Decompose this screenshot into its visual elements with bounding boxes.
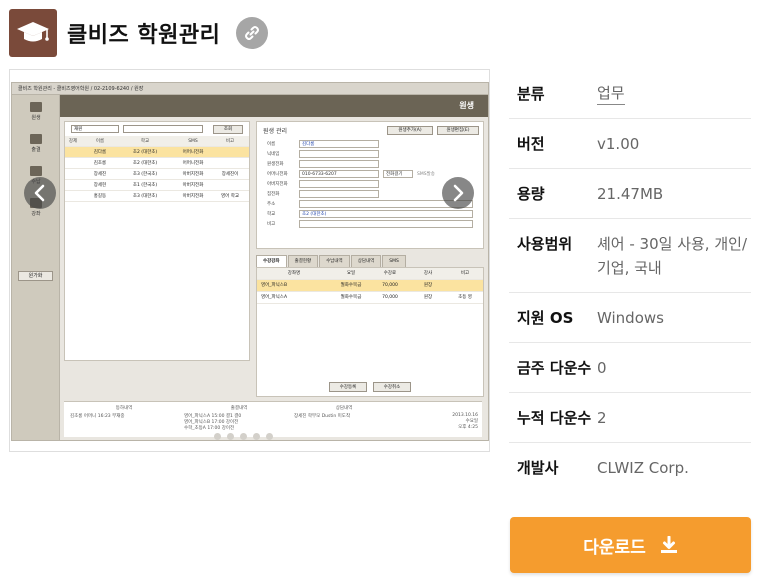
- list-row: 홍길동 초3 (대한초) 아버지전화 영어 학교: [65, 191, 249, 202]
- list-row: 장세현 초1 (한국초) 아버지전화: [65, 180, 249, 191]
- detail-tabs: 수강강좌 출결현황 수납내역 상담내역 SMS: [256, 255, 484, 267]
- info-value: 0: [597, 359, 607, 377]
- list-row: 김초롱 초2 (대한초) 어머니전화: [65, 158, 249, 169]
- info-row-weekly-downloads: 금주 다운수 0: [509, 343, 751, 393]
- category-link[interactable]: 업무: [597, 82, 625, 105]
- info-row-developer: 개발사 CLWIZ Corp.: [509, 443, 751, 492]
- carousel-dot[interactable]: [227, 433, 234, 440]
- graduation-cap-icon: [9, 9, 57, 57]
- info-label: 금주 다운수: [517, 359, 592, 377]
- info-row-os: 지원 OS Windows: [509, 293, 751, 343]
- info-label: 버전: [517, 135, 545, 153]
- info-value: 2: [597, 409, 607, 427]
- chevron-left-icon: [34, 184, 45, 202]
- screenshot-card: 클비즈 학원관리 - 클비즈영어학원 / 02-2109-6240 / 원장 원…: [9, 69, 490, 452]
- nav-item-student: 원생: [12, 95, 60, 127]
- info-row-total-downloads: 누적 다운수 2: [509, 393, 751, 443]
- course-grid: 강좌명 요일 수강료 강사 비고 영어_파닉스B 월화수목금 70,000 원장…: [256, 267, 484, 397]
- carousel-dot[interactable]: [266, 433, 273, 440]
- info-row-scope: 사용범위 셰어 - 30일 사용, 개인/기업, 국내: [509, 219, 751, 293]
- info-row-version: 버전 v1.00: [509, 119, 751, 169]
- info-value: v1.00: [597, 135, 640, 153]
- info-value: CLWIZ Corp.: [597, 459, 689, 477]
- info-value: 셰어 - 30일 사용, 개인/기업, 국내: [597, 235, 747, 277]
- carousel-next-button[interactable]: [442, 177, 474, 209]
- nav-item-attendance: 출결: [12, 127, 60, 159]
- status-bar: 등하내역 출결내역 상담내역 김초롱 어머니 16:23 부재중 영어_파닉스A…: [64, 401, 482, 437]
- list-header: 강제 이름 학교 SMS 비고: [65, 136, 249, 147]
- carousel-dots: [214, 433, 273, 440]
- app-header: 클비즈 학원관리: [9, 9, 269, 57]
- carousel-dot[interactable]: [214, 433, 221, 440]
- info-row-category: 분류 업무: [509, 69, 751, 119]
- download-label: 다운로드: [583, 537, 646, 558]
- link-icon[interactable]: [236, 17, 269, 49]
- info-value: Windows: [597, 309, 664, 327]
- left-nav: 원생 출결 수납 강좌 원가화: [12, 95, 60, 440]
- download-icon: [660, 536, 678, 554]
- info-value: 21.47MB: [597, 185, 664, 203]
- list-row: 김다롬 초2 (대한초) 어머니전화: [65, 147, 249, 158]
- info-label: 개발사: [517, 459, 559, 477]
- student-list: 재원 조회 강제 이름 학교 SMS 비고 김다롬 초2 (대한초) 어머니전화…: [64, 121, 250, 361]
- carousel-dot[interactable]: [240, 433, 247, 440]
- info-row-size: 용량 21.47MB: [509, 169, 751, 219]
- info-label: 지원 OS: [517, 309, 574, 327]
- page-heading: 원생: [60, 95, 488, 117]
- info-label: 사용범위: [517, 235, 573, 253]
- download-button[interactable]: 다운로드: [510, 517, 751, 573]
- nav-button: 원가화: [18, 271, 53, 281]
- carousel-prev-button[interactable]: [24, 177, 56, 209]
- app-title: 클비즈 학원관리: [67, 23, 221, 48]
- carousel-dot[interactable]: [253, 433, 260, 440]
- info-label: 분류: [517, 85, 545, 103]
- window-titlebar: 클비즈 학원관리 - 클비즈영어학원 / 02-2109-6240 / 원장: [12, 83, 488, 95]
- list-row: 장세진 초3 (한국초) 아버지전화 장세진이: [65, 169, 249, 180]
- info-label: 용량: [517, 185, 545, 203]
- chevron-right-icon: [453, 184, 464, 202]
- info-table: 분류 업무 버전 v1.00 용량 21.47MB 사용범위 셰어 - 30일 …: [509, 69, 751, 492]
- info-label: 누적 다운수: [517, 409, 592, 427]
- app-screenshot: 클비즈 학원관리 - 클비즈영어학원 / 02-2109-6240 / 원장 원…: [11, 82, 489, 441]
